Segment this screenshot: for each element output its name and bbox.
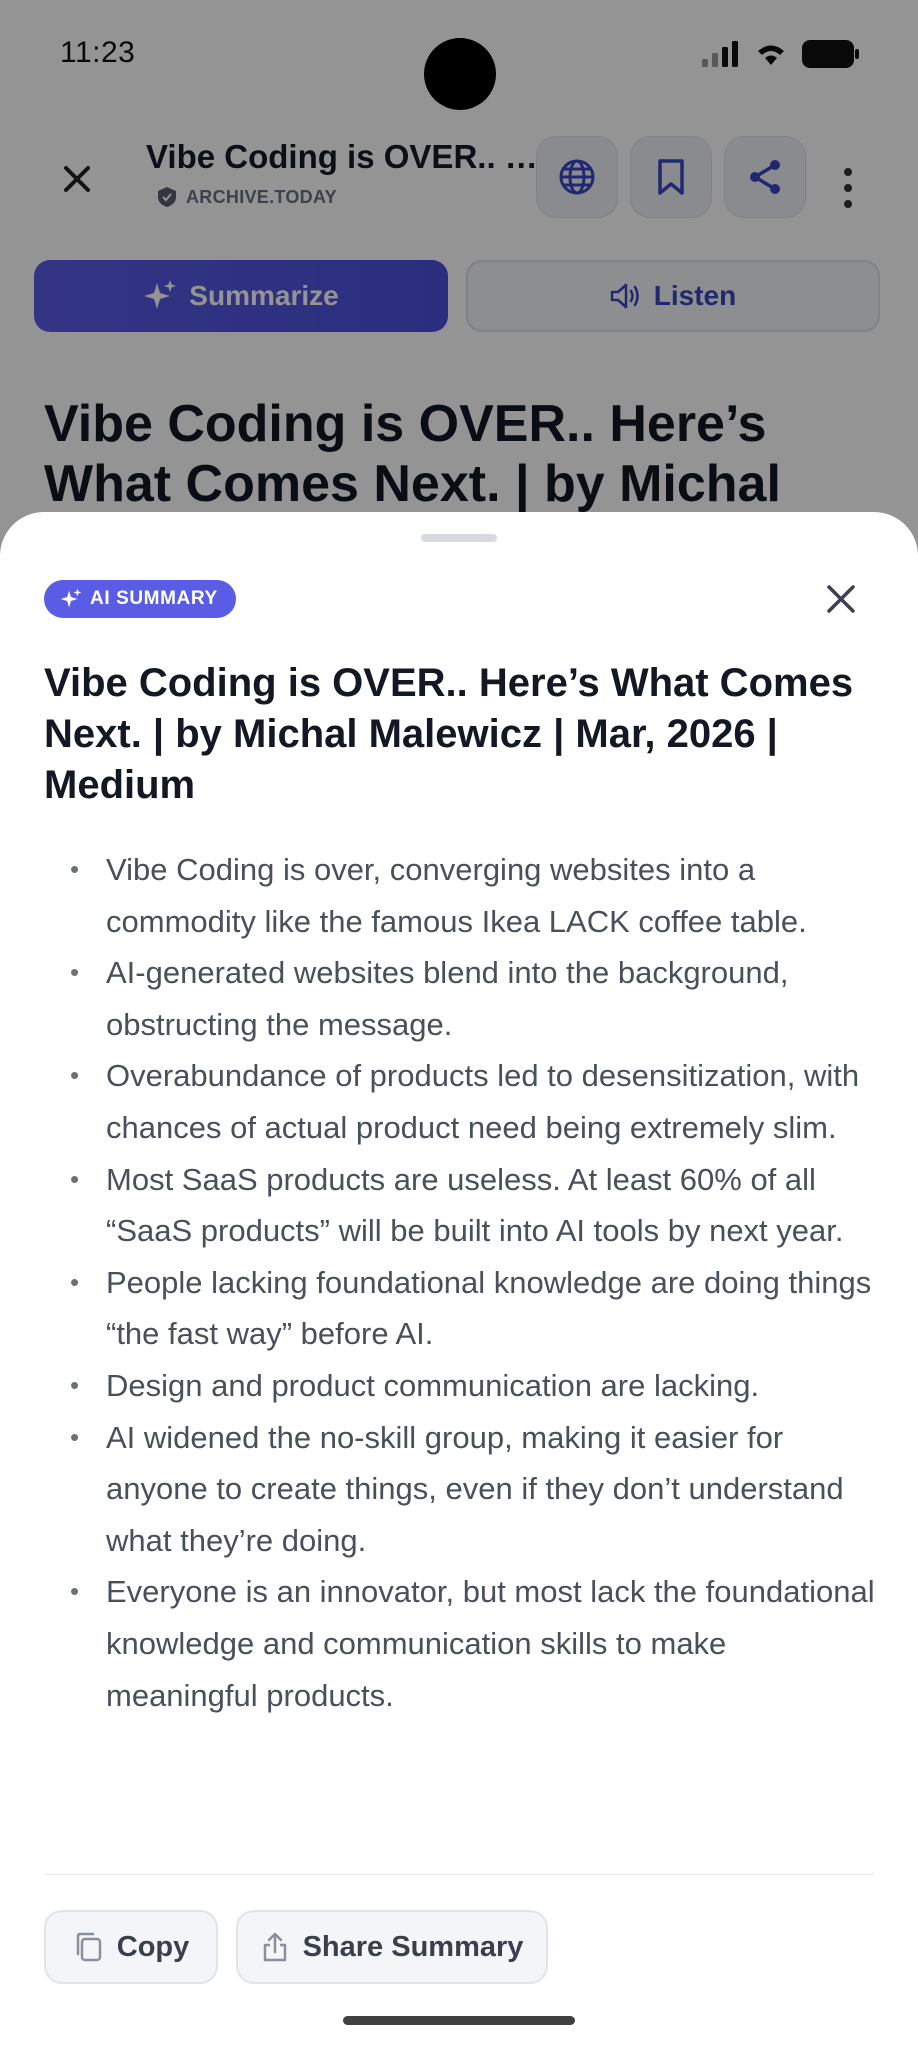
list-item: Design and product communication are lac… <box>44 1360 884 1412</box>
sheet-grabber[interactable] <box>421 534 497 542</box>
close-icon <box>827 585 855 613</box>
copy-icon <box>76 1932 101 1962</box>
list-item: AI-generated websites blend into the bac… <box>44 947 884 1050</box>
share-summary-label: Share Summary <box>302 1930 524 1963</box>
list-item: Everyone is an innovator, but most lack … <box>44 1566 884 1721</box>
ai-summary-badge: AI SUMMARY <box>44 580 236 618</box>
list-item: AI widened the no-skill group, making it… <box>44 1412 884 1567</box>
close-summary-button[interactable] <box>816 574 866 624</box>
copy-label: Copy <box>116 1930 190 1963</box>
badge-label: AI SUMMARY <box>90 588 218 609</box>
list-item: Vibe Coding is over, converging websites… <box>44 844 884 947</box>
summary-bullets: Vibe Coding is over, converging websites… <box>44 844 884 1721</box>
list-item: Overabundance of products led to desensi… <box>44 1050 884 1153</box>
summary-title: Vibe Coding is OVER.. Here’s What Comes … <box>44 661 854 807</box>
copy-button[interactable]: Copy <box>44 1910 218 1984</box>
upload-icon <box>263 1932 286 1962</box>
share-summary-button[interactable]: Share Summary <box>236 1910 548 1984</box>
home-indicator <box>343 2016 575 2025</box>
list-item: Most SaaS products are useless. At least… <box>44 1154 884 1257</box>
ai-summary-sheet: AI SUMMARY Vibe Coding is OVER.. Here’s … <box>0 512 918 2048</box>
sparkle-icon <box>60 588 82 608</box>
list-item: People lacking foundational knowledge ar… <box>44 1257 884 1360</box>
divider <box>44 1874 874 1875</box>
